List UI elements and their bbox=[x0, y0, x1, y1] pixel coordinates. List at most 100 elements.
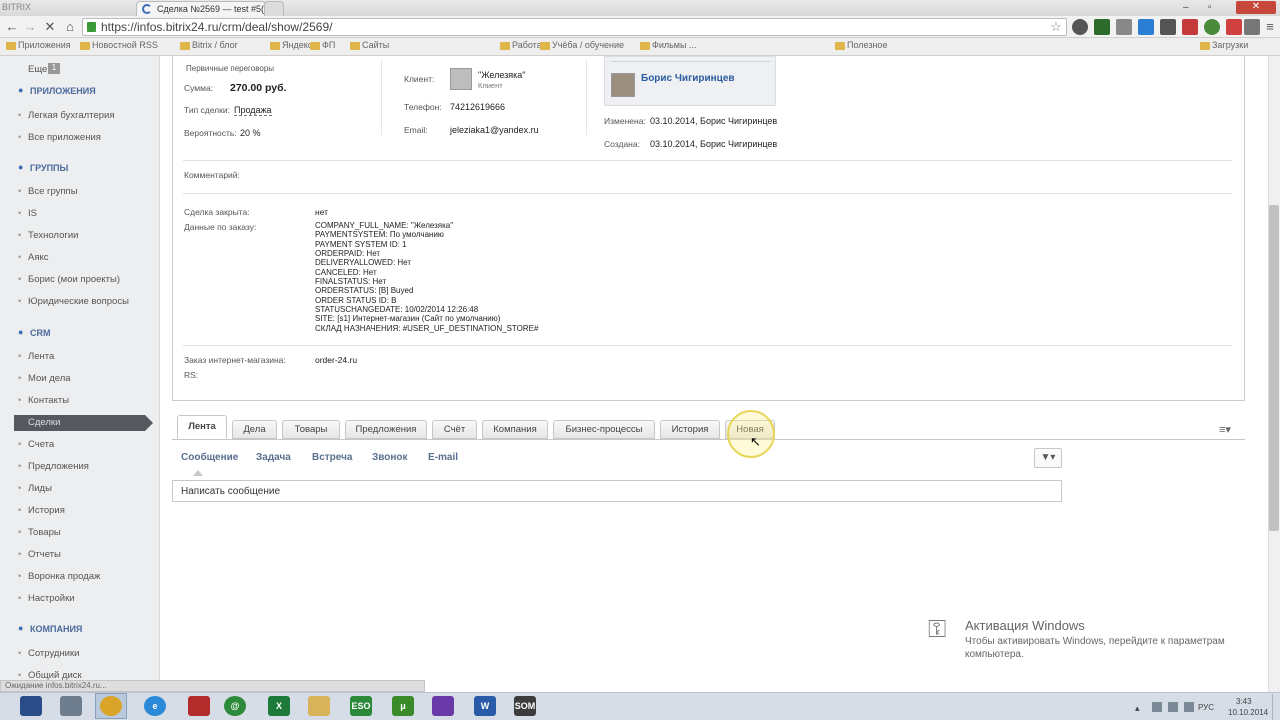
subtab-meeting[interactable]: Встреча bbox=[312, 452, 352, 463]
subtab-email[interactable]: E-mail bbox=[428, 452, 458, 463]
taskbar-mail-icon[interactable]: @ bbox=[224, 696, 246, 716]
sidebar-item[interactable]: Лента bbox=[18, 351, 54, 362]
taskbar-som-icon[interactable]: SOM bbox=[514, 696, 536, 716]
tab-products[interactable]: Товары bbox=[282, 420, 340, 439]
tray-icon-3[interactable] bbox=[1184, 702, 1194, 712]
bookmark-item[interactable]: Полезное bbox=[835, 40, 887, 54]
sidebar-item[interactable]: IS bbox=[18, 208, 37, 219]
extension-icon-5[interactable] bbox=[1160, 19, 1176, 35]
minimize-icon[interactable]: – bbox=[1183, 2, 1189, 13]
message-input[interactable]: Написать сообщение bbox=[172, 480, 1062, 502]
sidebar-item[interactable]: Счета bbox=[18, 439, 54, 450]
sidebar-item[interactable]: Воронка продаж bbox=[18, 571, 100, 582]
subtab-message[interactable]: Сообщение bbox=[181, 452, 238, 463]
sidebar-item[interactable]: Аякс bbox=[18, 252, 49, 263]
bookmark-item[interactable]: Bitrix / блог bbox=[180, 40, 238, 54]
scrollbar-thumb[interactable] bbox=[1269, 205, 1279, 531]
client-name[interactable]: "Железяка" bbox=[478, 70, 526, 80]
taskbar-utorrent-icon[interactable]: μ bbox=[392, 696, 414, 716]
browser-tab-active[interactable]: Сделка №2569 — test #5( bbox=[136, 1, 266, 16]
sidebar-item[interactable]: Технологии bbox=[18, 230, 78, 241]
sidebar-item[interactable]: Все группы bbox=[18, 186, 78, 197]
extension-icon-4[interactable] bbox=[1138, 19, 1154, 35]
tray-icon-2[interactable] bbox=[1168, 702, 1178, 712]
bookmark-item[interactable]: Учёба / обучение bbox=[540, 40, 624, 54]
tab-invoice[interactable]: Счёт bbox=[432, 420, 477, 439]
tray-expand-icon[interactable]: ▴ bbox=[1135, 703, 1140, 714]
taskbar-save-icon[interactable] bbox=[20, 696, 42, 716]
bookmark-item[interactable]: Яндекс bbox=[270, 40, 312, 54]
extension-icon-3[interactable] bbox=[1116, 19, 1132, 35]
sidebar-section-groups[interactable]: ГРУППЫ bbox=[18, 162, 68, 173]
subtab-call[interactable]: Звонок bbox=[372, 452, 408, 463]
taskbar-ie-icon[interactable]: e bbox=[144, 696, 166, 716]
sidebar-item[interactable]: Юридические вопросы bbox=[18, 296, 129, 307]
taskbar-filezilla-icon[interactable] bbox=[188, 696, 210, 716]
bookmark-item[interactable]: Приложения bbox=[6, 40, 71, 54]
bookmark-item[interactable]: Сайты bbox=[350, 40, 389, 54]
menu-icon[interactable]: ≡ bbox=[1262, 19, 1278, 35]
deal-type-value[interactable]: Продажа bbox=[234, 105, 272, 116]
sidebar-item[interactable]: Легкая бухгалтерия bbox=[18, 110, 115, 121]
bookmark-item[interactable]: ФП bbox=[310, 40, 335, 54]
bookmark-item[interactable]: Фильмы ... bbox=[640, 40, 696, 54]
sidebar-item[interactable]: Мои дела bbox=[18, 373, 71, 384]
sidebar-item[interactable]: История bbox=[18, 505, 65, 516]
keyboard-language[interactable]: РУС bbox=[1198, 703, 1214, 712]
sidebar-section-apps[interactable]: ПРИЛОЖЕНИЯ bbox=[18, 85, 96, 96]
bookmark-item[interactable]: Загрузки bbox=[1200, 40, 1248, 54]
extension-icon-6[interactable] bbox=[1182, 19, 1198, 35]
sidebar-item[interactable]: Предложения bbox=[18, 461, 89, 472]
sidebar-item[interactable]: Все приложения bbox=[18, 132, 101, 143]
tab-quotes[interactable]: Предложения bbox=[345, 420, 427, 439]
taskbar-eso-icon[interactable]: ESO bbox=[350, 696, 372, 716]
back-icon[interactable]: ← bbox=[4, 19, 20, 35]
extension-icon-1[interactable] bbox=[1072, 19, 1088, 35]
bookmark-item[interactable]: Новостной RSS bbox=[80, 40, 158, 54]
bookmark-item[interactable]: Работа bbox=[500, 40, 542, 54]
sidebar-item[interactable]: Лиды bbox=[18, 483, 52, 494]
sidebar-more[interactable]: Еще bbox=[28, 64, 47, 75]
tray-icon-1[interactable] bbox=[1152, 702, 1162, 712]
sidebar-item[interactable]: Товары bbox=[18, 527, 61, 538]
taskbar-excel-icon[interactable]: X bbox=[268, 696, 290, 716]
sidebar-item[interactable]: Борис (мои проекты) bbox=[18, 274, 120, 285]
sidebar-item-deals-active[interactable]: Сделки bbox=[14, 415, 153, 431]
taskbar-word-icon[interactable]: W bbox=[474, 696, 496, 716]
email-value[interactable]: jeleziaka1@yandex.ru bbox=[450, 125, 539, 135]
sidebar-item[interactable]: Сотрудники bbox=[18, 648, 79, 659]
tray-date[interactable]: 10.10.2014 bbox=[1228, 708, 1268, 717]
tray-time[interactable]: 3:43 bbox=[1236, 697, 1252, 706]
filter-button[interactable]: ▼▾ bbox=[1034, 448, 1062, 468]
address-bar[interactable]: https://infos.bitrix24.ru/crm/deal/show/… bbox=[82, 18, 1067, 36]
close-window-icon[interactable]: ✕ bbox=[1236, 1, 1276, 14]
bookmark-star-icon[interactable]: ☆ bbox=[1048, 19, 1064, 35]
sidebar-item[interactable]: Контакты bbox=[18, 395, 69, 406]
forward-icon[interactable]: → bbox=[22, 19, 38, 35]
new-tab-button[interactable] bbox=[264, 1, 284, 16]
stop-icon[interactable]: ✕ bbox=[42, 19, 58, 35]
tab-feed[interactable]: Лента bbox=[177, 415, 227, 439]
taskbar-calculator-icon[interactable] bbox=[60, 696, 82, 716]
extension-icon-8[interactable] bbox=[1226, 19, 1242, 35]
taskbar-visual-studio-icon[interactable] bbox=[432, 696, 454, 716]
sidebar-section-company[interactable]: КОМПАНИЯ bbox=[18, 623, 82, 634]
responsible-name[interactable]: Борис Чигиринцев bbox=[641, 73, 735, 84]
sidebar-item[interactable]: Отчеты bbox=[18, 549, 61, 560]
sidebar-item[interactable]: Настройки bbox=[18, 593, 75, 604]
sidebar-section-crm[interactable]: CRM bbox=[18, 327, 51, 338]
phone-value[interactable]: 74212619666 bbox=[450, 102, 505, 112]
extension-icon-2[interactable] bbox=[1094, 19, 1110, 35]
taskbar-folder-icon[interactable] bbox=[308, 696, 330, 716]
tab-company[interactable]: Компания bbox=[482, 420, 548, 439]
tab-activities[interactable]: Дела bbox=[232, 420, 277, 439]
subtab-task[interactable]: Задача bbox=[256, 452, 291, 463]
tab-business-processes[interactable]: Бизнес-процессы bbox=[553, 420, 655, 439]
tab-history[interactable]: История bbox=[660, 420, 720, 439]
home-icon[interactable]: ⌂ bbox=[62, 19, 78, 35]
extension-icon-7[interactable] bbox=[1204, 19, 1220, 35]
show-desktop-button[interactable] bbox=[1272, 694, 1280, 720]
taskbar-chrome-icon[interactable] bbox=[100, 696, 122, 716]
maximize-icon[interactable]: ▫ bbox=[1208, 2, 1212, 13]
tabs-settings-icon[interactable]: ≡▾ bbox=[1219, 423, 1231, 436]
